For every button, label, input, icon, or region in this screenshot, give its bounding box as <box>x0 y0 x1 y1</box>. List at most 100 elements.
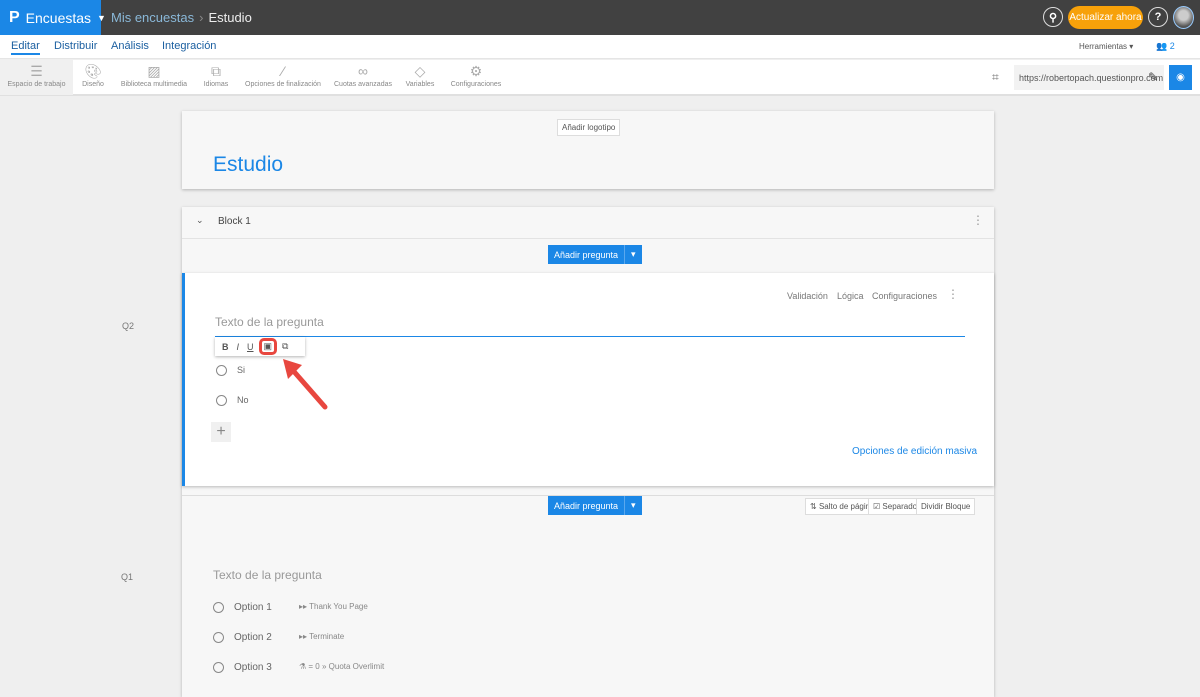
tool-label: Espacio de trabajo <box>7 81 66 88</box>
tool-end-options[interactable]: ⁄ Opciones de finalización <box>243 60 323 95</box>
tool-label: Diseño <box>82 81 104 88</box>
tool-label: Idiomas <box>203 81 229 88</box>
underline-button[interactable]: U <box>247 342 254 352</box>
search-button[interactable]: ⚲ <box>1043 7 1063 27</box>
page-break-label: Salto de página <box>818 502 875 511</box>
insert-image-icon[interactable]: ▣ <box>258 338 277 355</box>
tab-analisis[interactable]: Análisis <box>111 40 149 52</box>
collapse-icon[interactable]: ⌄ <box>196 215 204 226</box>
add-question-button[interactable]: Añadir pregunta ▾ <box>548 245 642 264</box>
split-block-button[interactable]: Dividir Bloque <box>916 498 976 515</box>
block-header: ⌄ Block 1 ⋮ <box>182 207 994 239</box>
add-question-label: Añadir pregunta <box>554 500 619 511</box>
tool-label: Variables <box>405 81 435 88</box>
q1-option-logic: ▸▸ Thank You Page <box>299 602 368 611</box>
question-q2-card: Validación Lógica Configuraciones ⋮ Text… <box>182 273 994 486</box>
tool-languages[interactable]: ⧉ Idiomas <box>200 60 232 95</box>
settings-link[interactable]: Configuraciones <box>872 291 937 301</box>
block-name[interactable]: Block 1 <box>218 216 251 227</box>
logic-label: = 0 » Quota Overlimit <box>308 662 385 671</box>
logic-label: Thank You Page <box>309 602 368 611</box>
image-icon: ▨ <box>147 63 161 79</box>
breadcrumb-current: Estudio <box>208 10 252 25</box>
breadcrumb: Mis encuestas › Estudio <box>111 10 252 25</box>
add-logo-button[interactable]: Añadir logotipo <box>557 119 621 136</box>
q1-option-logic: ▸▸ Terminate <box>299 632 345 641</box>
italic-button[interactable]: I <box>237 342 240 352</box>
logic-link[interactable]: Lógica <box>837 291 864 301</box>
tools-menu[interactable]: Herramientas ▾ <box>1079 42 1133 51</box>
tab-integracion[interactable]: Integración <box>162 40 216 52</box>
survey-url-field[interactable]: https://robertopach.questionpro.com <box>1014 65 1164 90</box>
logic-label: Terminate <box>309 632 345 641</box>
q1-option[interactable]: Option 3 <box>234 662 272 673</box>
breadcrumb-my-surveys[interactable]: Mis encuestas <box>111 10 194 25</box>
avatar[interactable] <box>1173 6 1194 29</box>
tool-settings[interactable]: ⚙ Configuraciones <box>450 60 502 95</box>
q1-option[interactable]: Option 1 <box>234 602 272 613</box>
help-button[interactable]: ? <box>1148 7 1168 27</box>
flask-icon: ⚗ <box>299 662 307 671</box>
eye-icon: ◉ <box>1176 72 1185 83</box>
magic-wand-icon: ⁄ <box>281 63 285 79</box>
add-option-button[interactable]: + <box>211 422 231 442</box>
add-question-button-2[interactable]: Añadir pregunta ▾ <box>548 496 642 515</box>
q2-radio[interactable] <box>216 395 227 406</box>
format-toolbar: BIU ▣ ⧉ <box>215 337 305 356</box>
collaborators[interactable]: 👥 2 <box>1156 41 1175 52</box>
product-switcher[interactable]: P Encuestas ▼ <box>0 0 106 35</box>
bulk-edit-link[interactable]: Opciones de edición masiva <box>852 446 977 457</box>
tool-workspace[interactable]: ☰ Espacio de trabajo <box>0 60 73 95</box>
upgrade-button[interactable]: Actualizar ahora <box>1068 6 1143 29</box>
users-icon: 👥 <box>1156 41 1168 51</box>
chevron-down-icon[interactable]: ▾ <box>624 245 642 264</box>
q1-option[interactable]: Option 2 <box>234 632 272 643</box>
product-name: Encuestas <box>25 9 92 26</box>
q1-radio[interactable] <box>213 602 224 613</box>
q1-radio[interactable] <box>213 662 224 673</box>
palette-icon: 🎨︎ <box>84 63 102 79</box>
q1-text-input[interactable]: Texto de la pregunta <box>213 568 322 582</box>
collaborator-count: 2 <box>1169 41 1175 51</box>
block-more-icon[interactable]: ⋮ <box>972 213 984 227</box>
gear-icon: ⚙ <box>469 63 483 79</box>
q2-option[interactable]: No <box>237 395 249 405</box>
validation-link[interactable]: Validación <box>787 291 828 301</box>
external-link-icon[interactable]: ⧉ <box>282 341 288 352</box>
q2-text-input[interactable]: Texto de la pregunta <box>215 315 965 337</box>
tool-media-library[interactable]: ▨ Biblioteca multimedia <box>118 60 190 95</box>
q2-radio[interactable] <box>216 365 227 376</box>
tab-distribuir[interactable]: Distribuir <box>54 40 97 52</box>
chevron-down-icon: ▼ <box>97 12 106 23</box>
tool-variables[interactable]: ◇ Variables <box>403 60 437 95</box>
survey-header-card: Añadir logotipo Estudio <box>182 111 994 189</box>
tools-label: Herramientas <box>1079 42 1128 51</box>
survey-url: https://robertopach.questionpro.com <box>1019 73 1164 83</box>
bold-button[interactable]: B <box>222 342 229 352</box>
qr-code-icon[interactable]: ⌗ <box>992 70 999 85</box>
add-question-label: Añadir pregunta <box>554 249 619 260</box>
tool-label: Biblioteca multimedia <box>120 81 188 88</box>
tool-quotas[interactable]: ∞ Cuotas avanzadas <box>333 60 393 95</box>
q2-option[interactable]: Si <box>237 365 245 375</box>
tool-label: Configuraciones <box>450 81 502 88</box>
tool-label: Opciones de finalización <box>245 81 321 88</box>
q1-option-logic: ⚗ = 0 » Quota Overlimit <box>299 662 384 671</box>
preview-button[interactable]: ◉ <box>1169 65 1192 90</box>
annotation-arrow-icon <box>283 359 328 410</box>
question-number: Q2 <box>122 321 135 331</box>
question-more-icon[interactable]: ⋮ <box>947 287 959 301</box>
top-bar: P Encuestas ▼ Mis encuestas › Estudio ⚲ Actu… <box>0 0 1200 35</box>
survey-title[interactable]: Estudio <box>213 153 283 177</box>
questionpro-logo: P <box>9 8 20 26</box>
tab-editar[interactable]: Editar <box>11 40 40 55</box>
tool-design[interactable]: 🎨︎ Diseño <box>78 60 108 95</box>
chevron-down-icon[interactable]: ▾ <box>624 496 642 515</box>
tag-icon: ◇ <box>414 63 426 79</box>
edit-url-pencil-icon[interactable]: ✎ <box>1148 70 1158 84</box>
link-icon: ∞ <box>358 63 368 79</box>
separator-label: Separador <box>882 502 920 511</box>
toolbar: ☰ Espacio de trabajo 🎨︎ Diseño ▨ Biblioteca… <box>0 60 1200 96</box>
translate-icon: ⧉ <box>211 63 221 79</box>
q1-radio[interactable] <box>213 632 224 643</box>
